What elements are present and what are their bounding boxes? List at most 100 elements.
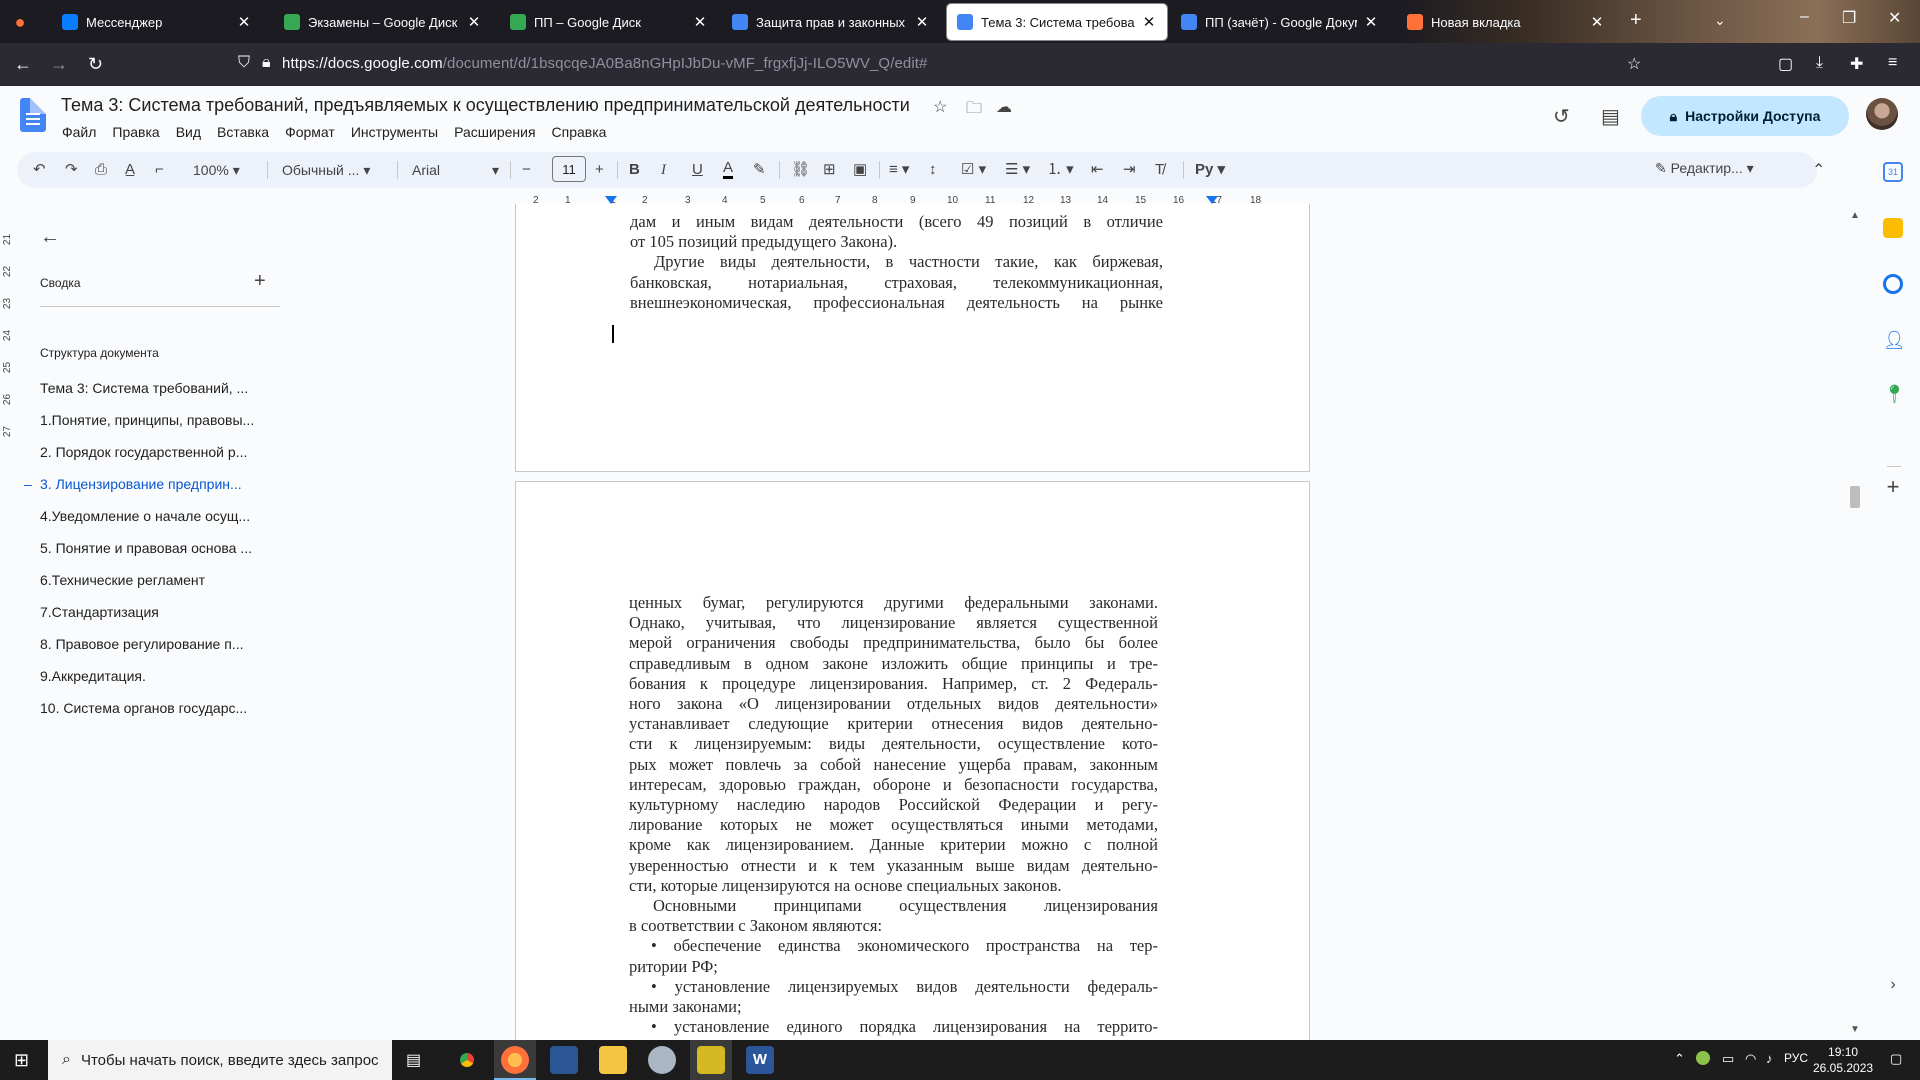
add-comment-icon[interactable]: ⊞ xyxy=(823,160,836,180)
document-title[interactable]: Тема 3: Система требований, предъявляемы… xyxy=(61,95,910,116)
underline-icon[interactable]: U xyxy=(692,160,703,180)
pocket-icon[interactable]: ▢ xyxy=(1778,54,1793,74)
insert-link-icon[interactable]: ⛓︎ xyxy=(791,160,810,180)
outline-item[interactable]: 2. Порядок государственной р... xyxy=(40,442,280,474)
yellow-app-taskbar-icon[interactable] xyxy=(697,1046,725,1074)
lock-icon[interactable]: 🔒︎ xyxy=(262,54,271,72)
docs-logo-icon[interactable] xyxy=(20,98,46,132)
font-select[interactable]: Arial ▾ xyxy=(412,160,502,180)
browser-tab-5[interactable]: Тема 3: Система требований, ✕ xyxy=(946,3,1168,41)
back-icon[interactable]: ← xyxy=(14,54,32,75)
paint-format-icon[interactable]: ⌐ xyxy=(155,160,164,180)
clear-formatting-icon[interactable]: T̸ xyxy=(1155,160,1164,180)
text-color-icon[interactable]: A xyxy=(723,160,734,179)
spellcheck-icon[interactable]: A̲ xyxy=(125,160,135,180)
taskbar-search-box[interactable]: ⌕ Чтобы начать поиск, введите здесь запр… xyxy=(48,1040,392,1080)
close-tab-icon[interactable]: ✕ xyxy=(466,13,482,31)
menu-item[interactable]: Формат xyxy=(277,122,343,142)
vertical-ruler[interactable]: 21 22 23 24 25 26 27 xyxy=(0,210,16,480)
browser-tab-4[interactable]: Защита прав и законных инте ✕ xyxy=(722,4,940,40)
cloud-saved-icon[interactable]: ☁︎ xyxy=(996,97,1012,117)
outline-item[interactable]: 1.Понятие, принципы, правовы... xyxy=(40,410,280,442)
menu-item[interactable]: Правка xyxy=(104,122,167,142)
close-window-icon[interactable]: ✕ xyxy=(1888,8,1901,28)
outline-item[interactable]: 8. Правовое регулирование п... xyxy=(40,634,280,666)
menu-item[interactable]: Расширения xyxy=(446,122,543,142)
redo-icon[interactable]: ↷ xyxy=(65,160,78,180)
close-tab-icon[interactable]: ✕ xyxy=(236,13,252,31)
new-tab-button[interactable]: + xyxy=(1630,10,1642,30)
comments-icon[interactable]: ▤ xyxy=(1601,104,1620,129)
volume-icon[interactable]: ♪ xyxy=(1766,1051,1773,1066)
get-addons-icon[interactable]: + xyxy=(1883,474,1903,499)
wifi-icon[interactable]: ◠ xyxy=(1745,1051,1756,1067)
menu-item[interactable]: Вставка xyxy=(209,122,277,142)
show-side-panel-icon[interactable]: › xyxy=(1883,976,1903,996)
outline-item[interactable]: Тема 3: Система требований, ... xyxy=(40,378,280,410)
browser-tab-3[interactable]: ПП – Google Диск ✕ xyxy=(500,4,718,40)
close-outline-icon[interactable]: ← xyxy=(40,226,60,249)
browser-tab-7[interactable]: Новая вкладка ✕ xyxy=(1397,4,1615,40)
editing-mode-select[interactable]: ✎ Редактир... ▾ xyxy=(1655,160,1754,177)
save-app-taskbar-icon[interactable] xyxy=(550,1046,578,1074)
checklist-icon[interactable]: ☑ ▾ xyxy=(961,160,986,180)
language-indicator[interactable]: РУС xyxy=(1784,1051,1808,1065)
bulleted-list-icon[interactable]: ☰ ▾ xyxy=(1005,160,1030,180)
maps-icon[interactable]: 📍︎ xyxy=(1883,384,1906,404)
battery-icon[interactable]: ▭ xyxy=(1722,1051,1734,1067)
browser-tab-6[interactable]: ПП (зачёт) - Google Документ ✕ xyxy=(1171,4,1389,40)
star-icon[interactable]: ☆ xyxy=(933,97,947,117)
downloads-icon[interactable]: ⤓ xyxy=(1816,54,1823,72)
address-bar[interactable]: https://docs.google.com/document/d/1bsqc… xyxy=(282,55,927,72)
close-tab-icon[interactable]: ✕ xyxy=(1363,13,1379,31)
taskbar-clock[interactable]: 19:10 26.05.2023 xyxy=(1813,1044,1873,1076)
add-summary-icon[interactable]: + xyxy=(254,270,266,293)
tab-list-chevron-icon[interactable]: ⌄ xyxy=(1714,10,1726,30)
numbered-list-icon[interactable]: ⒈ ▾ xyxy=(1047,160,1074,180)
scroll-down-icon[interactable]: ▼ xyxy=(1850,1024,1860,1035)
app-menu-icon[interactable]: ≡ xyxy=(1888,54,1897,72)
version-history-icon[interactable]: ↺ xyxy=(1553,104,1570,129)
increase-font-size-icon[interactable]: + xyxy=(595,160,604,180)
browser-tab-2[interactable]: Экзамены – Google Диск ✕ xyxy=(274,4,492,40)
shield-icon[interactable]: ⛉ xyxy=(238,54,250,72)
bookmark-star-icon[interactable]: ☆ xyxy=(1627,54,1641,74)
word-taskbar-icon[interactable]: W xyxy=(746,1046,774,1074)
right-indent-marker[interactable] xyxy=(1206,196,1218,204)
outline-item[interactable]: 3. Лицензирование предприн... xyxy=(24,474,280,506)
firefox-menu-icon[interactable]: ● xyxy=(8,10,32,34)
print-icon[interactable]: ⎙ xyxy=(95,160,107,180)
tasks-icon[interactable] xyxy=(1883,274,1903,294)
outline-item[interactable]: 7.Стандартизация xyxy=(40,602,280,634)
firefox-taskbar-icon[interactable] xyxy=(501,1046,529,1074)
align-icon[interactable]: ≡ ▾ xyxy=(889,160,909,180)
reload-icon[interactable]: ↻ xyxy=(88,54,103,75)
decrease-indent-icon[interactable]: ⇤ xyxy=(1091,160,1104,180)
page-2-text[interactable]: ценных бумаг, регулируются другими федер… xyxy=(629,593,1158,1037)
extensions-icon[interactable]: ✚ xyxy=(1850,54,1863,74)
menu-item[interactable]: Вид xyxy=(168,122,209,142)
page-1-text[interactable]: дам и иным видам деятельности (всего 49 … xyxy=(630,212,1163,313)
avatar[interactable] xyxy=(1866,98,1898,130)
share-button[interactable]: 🔒︎ Настройки Доступа xyxy=(1641,96,1849,136)
app-taskbar-icon[interactable] xyxy=(648,1046,676,1074)
increase-indent-icon[interactable]: ⇥ xyxy=(1123,160,1136,180)
outline-item[interactable]: 4.Уведомление о начале осущ... xyxy=(40,506,280,538)
font-size-input[interactable]: 11 xyxy=(552,156,586,182)
browser-tab-1[interactable]: Мессенджер ✕ xyxy=(52,4,262,40)
outline-item[interactable]: 10. Система органов государс... xyxy=(40,698,280,730)
outline-item[interactable]: 5. Понятие и правовая основа ... xyxy=(40,538,280,570)
menu-item[interactable]: Справка xyxy=(544,122,615,142)
outline-item[interactable]: 6.Технические регламент xyxy=(40,570,280,602)
tray-chevron-icon[interactable]: ⌃ xyxy=(1674,1051,1685,1067)
close-tab-icon[interactable]: ✕ xyxy=(914,13,930,31)
collapse-menus-icon[interactable]: ⌃ xyxy=(1812,160,1825,180)
tray-app-icon[interactable] xyxy=(1696,1051,1710,1065)
maximize-icon[interactable]: ❐ xyxy=(1842,8,1856,28)
menu-item[interactable]: Файл xyxy=(54,122,104,142)
scroll-up-icon[interactable]: ▲ xyxy=(1850,210,1860,221)
close-tab-icon[interactable]: ✕ xyxy=(692,13,708,31)
notifications-icon[interactable]: ▢ xyxy=(1890,1051,1902,1067)
bold-icon[interactable]: B xyxy=(629,160,640,180)
scrollbar-thumb[interactable] xyxy=(1850,486,1860,508)
